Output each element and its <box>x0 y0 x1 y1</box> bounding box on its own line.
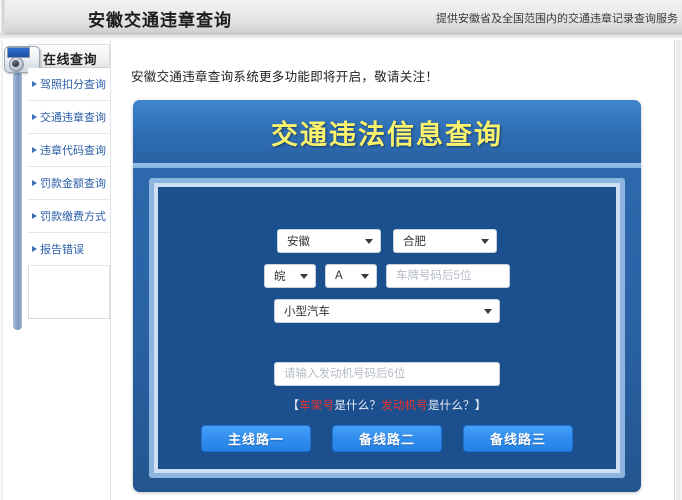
backup-line-3-button[interactable]: 备线路三 <box>463 425 573 452</box>
plate-number-input[interactable] <box>386 264 510 288</box>
chevron-down-icon <box>481 239 489 244</box>
backup-line-2-button[interactable]: 备线路二 <box>332 425 442 452</box>
province-select[interactable]: 安徽 <box>277 229 381 253</box>
sidebar-item-violation-code[interactable]: 违章代码查询 <box>28 134 110 167</box>
sidebar-item-label: 交通违章查询 <box>40 109 106 125</box>
plate-prefix-select[interactable]: 皖 <box>264 264 316 288</box>
camera-icon-lens-center <box>12 60 19 67</box>
engine-number-row <box>158 362 616 386</box>
vehicle-type-row: 小型汽车 <box>158 299 616 323</box>
sidebar-item-payment-method[interactable]: 罚款缴费方式 <box>28 200 110 233</box>
sidebar-item-report-error[interactable]: 报告错误 <box>28 233 110 266</box>
vehicle-type-select[interactable]: 小型汽车 <box>274 299 500 323</box>
engine-number-input[interactable] <box>274 362 500 386</box>
vehicle-type-value: 小型汽车 <box>284 303 330 319</box>
query-form: 安徽 合肥 皖 A <box>158 187 616 469</box>
chevron-down-icon <box>361 274 369 279</box>
header-left-edge <box>0 0 5 34</box>
arrow-right-icon <box>32 147 37 153</box>
arrow-right-icon <box>32 81 37 87</box>
sidebar-item-label: 驾照扣分查询 <box>40 76 106 92</box>
sidebar-item-label: 罚款缴费方式 <box>40 208 106 224</box>
query-card-header-underline <box>133 163 641 168</box>
submit-buttons-row: 主线路一 备线路二 备线路三 <box>158 425 616 452</box>
help-text-2: 是什么？ <box>428 400 475 412</box>
arrow-right-icon <box>32 246 37 252</box>
sidebar-nav: 驾照扣分查询 交通违章查询 违章代码查询 罚款金额查询 罚款缴费方式 报告错误 <box>28 68 110 266</box>
main-line-button[interactable]: 主线路一 <box>201 425 311 452</box>
query-card: 交通违法信息查询 安徽 合肥 <box>133 100 641 492</box>
page-left-edge <box>0 40 3 500</box>
sidebar-item-label: 报告错误 <box>40 241 84 257</box>
province-select-value: 安徽 <box>287 233 310 249</box>
vin-help-link[interactable]: 车架号 <box>299 400 334 412</box>
city-select[interactable]: 合肥 <box>393 229 497 253</box>
arrow-right-icon <box>32 180 37 186</box>
sidebar-item-traffic-violation[interactable]: 交通违章查询 <box>28 101 110 134</box>
query-form-frame-inner-border: 安徽 合肥 皖 A <box>154 183 620 473</box>
help-open-bracket: 【 <box>288 400 300 412</box>
query-card-header: 交通违法信息查询 <box>133 100 641 163</box>
page-right-edge-line <box>674 40 675 500</box>
engine-help-link[interactable]: 发动机号 <box>381 400 428 412</box>
sidebar-item-label: 罚款金额查询 <box>40 175 106 191</box>
location-row: 安徽 合肥 <box>158 229 616 253</box>
plate-prefix-value: 皖 <box>274 268 286 284</box>
plate-row: 皖 A <box>158 264 616 288</box>
sidebar-item-fine-amount[interactable]: 罚款金额查询 <box>28 167 110 200</box>
chevron-down-icon <box>365 239 373 244</box>
site-slogan: 提供安徽省及全国范围内的交通违章记录查询服务 <box>436 10 678 26</box>
plate-letter-value: A <box>335 270 343 282</box>
query-form-frame: 安徽 合肥 皖 A <box>149 178 625 478</box>
arrow-right-icon <box>32 114 37 120</box>
page-right-edge <box>674 40 682 500</box>
help-text: 【车架号是什么？发动机号是什么？】 <box>288 397 487 413</box>
chevron-down-icon <box>300 274 308 279</box>
help-close-bracket: 】 <box>475 400 487 412</box>
page-title: 安徽交通违章查询 <box>88 6 232 31</box>
arrow-right-icon <box>32 213 37 219</box>
notice-text: 安徽交通违章查询系统更多功能即将开启，敬请关注！ <box>131 66 438 85</box>
chevron-down-icon <box>484 309 492 314</box>
sidebar-item-label: 违章代码查询 <box>40 142 106 158</box>
help-row: 【车架号是什么？发动机号是什么？】 <box>158 397 616 413</box>
city-select-value: 合肥 <box>403 233 426 249</box>
query-card-title: 交通违法信息查询 <box>133 113 641 152</box>
sidebar-item-license-points[interactable]: 驾照扣分查询 <box>28 68 110 101</box>
sidebar-accent-bar <box>13 72 22 330</box>
sidebar-header-label: 在线查询 <box>43 49 97 68</box>
plate-letter-select[interactable]: A <box>325 264 377 288</box>
site-header: 安徽交通违章查询 提供安徽省及全国范围内的交通违章记录查询服务 <box>0 0 682 34</box>
help-text-1: 是什么？ <box>334 400 381 412</box>
